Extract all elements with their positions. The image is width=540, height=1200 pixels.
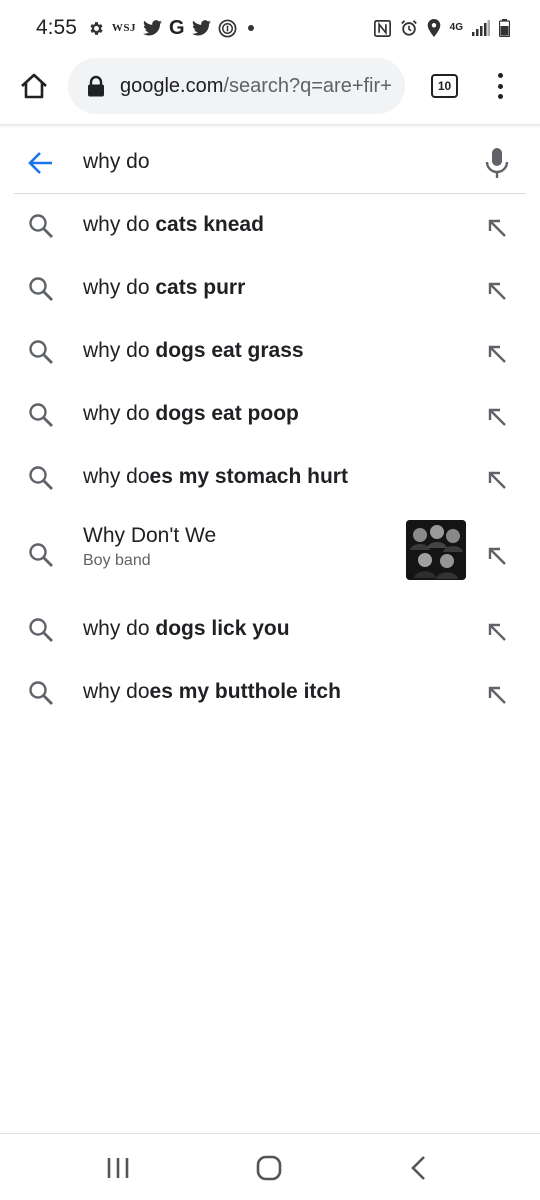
battery-icon: [499, 18, 510, 38]
suggestion-item[interactable]: why does my stomach hurt: [0, 447, 540, 510]
suggestion-text: why do dogs lick you: [83, 617, 290, 641]
home-icon: [21, 73, 47, 99]
suggestion-item[interactable]: why do dogs eat poop: [0, 384, 540, 447]
settings-gear-icon: [88, 18, 105, 38]
nfc-icon: [373, 18, 391, 38]
search-icon: [29, 403, 53, 427]
suggestion-prefix: why do: [83, 276, 156, 299]
location-icon: [427, 18, 441, 38]
network-4g-icon: 4G: [449, 22, 463, 33]
suggestion-prefix: why do: [83, 402, 156, 425]
entity-title: Why Don't We: [83, 524, 217, 547]
suggestion-item[interactable]: why do dogs lick you: [0, 599, 540, 662]
status-left: 4:55 WSJ G: [36, 16, 254, 40]
fill-query-arrow-icon[interactable]: [486, 621, 508, 643]
suggestion-text: why does my stomach hurt: [83, 465, 348, 489]
fingerprint-app-icon: [218, 18, 237, 38]
search-icon: [29, 214, 53, 238]
url-text: google.com/search?q=are+fir+: [120, 75, 392, 98]
status-bar: 4:55 WSJ G 4G: [0, 0, 540, 56]
suggestion-prefix: why do: [83, 339, 156, 362]
suggestion-text: why do cats purr: [83, 276, 245, 300]
system-navigation-bar: [0, 1133, 540, 1200]
suggestion-item[interactable]: why does my butthole itch: [0, 662, 540, 725]
url-domain: google.com: [120, 74, 224, 97]
suggestion-item[interactable]: why do cats purr: [0, 258, 540, 321]
menu-dot-icon: [497, 94, 503, 99]
suggestion-prefix: why do: [83, 617, 156, 640]
status-right: 4G: [373, 18, 510, 38]
suggestion-text: why do dogs eat grass: [83, 339, 304, 363]
suggestion-text: why does my butthole itch: [83, 680, 341, 704]
entity-thumbnail-image: [406, 520, 466, 580]
home-button[interactable]: [16, 68, 52, 104]
suggestion-completion: dogs eat grass: [155, 339, 304, 362]
fill-query-arrow-icon[interactable]: [486, 469, 508, 491]
google-g-icon: G: [169, 16, 185, 39]
more-notifications-dot-icon: [247, 25, 254, 31]
search-icon: [29, 340, 53, 364]
suggestion-prefix: why do: [83, 680, 150, 703]
suggestion-completion: cats purr: [155, 276, 246, 299]
recent-apps-icon[interactable]: [104, 1154, 134, 1182]
browser-toolbar: google.com/search?q=are+fir+ 10: [0, 56, 540, 118]
fill-query-arrow-icon[interactable]: [486, 684, 508, 706]
fill-query-arrow-icon[interactable]: [486, 343, 508, 365]
alarm-icon: [400, 18, 418, 38]
menu-dot-icon: [497, 83, 503, 89]
search-icon: [29, 681, 53, 705]
lock-icon: [88, 75, 104, 97]
fill-query-arrow-icon[interactable]: [486, 280, 508, 302]
search-icon: [29, 277, 53, 301]
suggestion-item[interactable]: why do cats knead: [0, 195, 540, 258]
home-circle-icon[interactable]: [254, 1154, 284, 1182]
search-icon: [29, 543, 53, 567]
search-input[interactable]: [83, 146, 463, 178]
suggestion-prefix: why do: [83, 465, 150, 488]
suggestion-completion: dogs eat poop: [155, 402, 299, 425]
tab-switcher-button[interactable]: 10: [431, 74, 458, 98]
suggestion-text: why do cats knead: [83, 213, 264, 237]
url-path: /search?q=are+fir+: [223, 74, 392, 97]
url-bar[interactable]: google.com/search?q=are+fir+: [68, 58, 405, 114]
twitter-icon-2: [191, 18, 211, 38]
microphone-icon[interactable]: [484, 146, 510, 180]
overflow-menu-button[interactable]: [486, 70, 514, 102]
search-row: [14, 130, 526, 194]
back-arrow-icon[interactable]: [28, 150, 54, 176]
twitter-icon: [143, 18, 162, 38]
entity-subtitle: Boy band: [83, 552, 151, 569]
back-chevron-icon[interactable]: [404, 1154, 434, 1182]
suggestion-item[interactable]: why do dogs eat grass: [0, 321, 540, 384]
suggestion-completion: cats knead: [155, 213, 264, 236]
suggestion-completion: es my stomach hurt: [149, 465, 348, 488]
wsj-notification-icon: WSJ: [111, 22, 136, 34]
fill-query-arrow-icon[interactable]: [486, 406, 508, 428]
suggestion-list: why do cats knead why do cats purr why d…: [0, 195, 540, 725]
status-time: 4:55: [36, 16, 77, 39]
suggestion-text: why do dogs eat poop: [83, 402, 299, 426]
entity-suggestion-item[interactable]: Why Don't We Boy band: [0, 510, 540, 599]
fill-query-arrow-icon[interactable]: [486, 217, 508, 239]
suggestion-prefix: why do: [83, 213, 156, 236]
suggestion-completion: dogs lick you: [155, 617, 290, 640]
toolbar-shadow: [0, 124, 540, 128]
signal-icon: [472, 18, 490, 38]
search-icon: [29, 618, 53, 642]
fill-query-arrow-icon[interactable]: [486, 545, 508, 567]
search-icon: [29, 466, 53, 490]
menu-dot-icon: [497, 73, 503, 78]
suggestion-completion: es my butthole itch: [149, 680, 341, 703]
